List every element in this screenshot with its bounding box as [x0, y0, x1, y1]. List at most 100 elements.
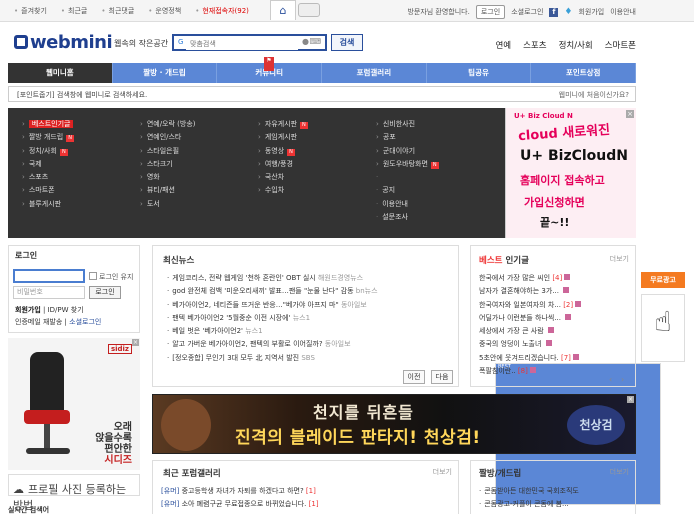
category-item[interactable]: 스타일은필 — [140, 145, 196, 158]
side-banner[interactable]: ☝ — [641, 294, 685, 362]
category-item[interactable]: 스마트폰 — [22, 184, 74, 197]
category-item[interactable]: 영화 — [140, 171, 196, 184]
category-item[interactable]: 도서 — [140, 198, 196, 211]
guide-link[interactable]: 이용안내 — [610, 7, 636, 17]
category-item[interactable]: 게임게시판 — [258, 131, 308, 144]
best-item[interactable]: 세상에서 가장 큰 사람 — [479, 325, 581, 338]
chair-ad[interactable]: × sidiz 오래 앉을수록 편안한 시디즈 — [8, 338, 140, 470]
category-item[interactable]: 여행/풍경 — [258, 158, 308, 171]
news-item[interactable]: 팬텍 베가아이언2 '5월중순 이전 시장에' 뉴스1 — [167, 312, 378, 325]
best-item[interactable]: 남자가 결혼해야하는 3가... — [479, 285, 581, 298]
category-item[interactable]: 연예인/스타 — [140, 131, 196, 144]
menu-humor[interactable]: 짤방 · 개드립 — [113, 63, 218, 83]
news-item[interactable]: god 완전체 컴백 '미운오리새끼' 발표…팬들 "눈물 난다" 감동 bn뉴… — [167, 285, 377, 298]
notice-text[interactable]: [포인트줍기] 검색창에 웹미니로 검색하세요. — [17, 91, 147, 99]
ad-close-icon[interactable]: × — [626, 110, 634, 118]
humor-item[interactable]: 콘돔광고-커플이 콘돔에 봄... — [479, 498, 579, 511]
category-item[interactable]: 정치/사회N — [22, 145, 74, 158]
category-item[interactable]: 신비한사진 — [376, 118, 439, 131]
humor-item[interactable]: 콘돔받아든 대한민국 국회조직도 — [479, 485, 579, 498]
keep-login-checkbox[interactable]: 로그인 유지 — [89, 272, 133, 282]
category-item[interactable]: 연예/오락 (방송) — [140, 118, 196, 131]
cloud-ad[interactable]: × U+ Biz Cloud N cloud 새로워진 U+ BizCloudN… — [505, 108, 636, 238]
news-item[interactable]: 베가아이언2, 네티즌들 뜨거운 반응…"베가야 아프지 마" 동아일보 — [167, 299, 378, 312]
nav-sports[interactable]: 스포츠 — [523, 39, 546, 51]
top-link-recent-posts[interactable]: 최근글 — [61, 6, 87, 16]
profile-upload-guide[interactable]: ☁ 프로필 사진 등록하는 방법 — [8, 474, 140, 512]
category-item[interactable]: 공지 — [376, 184, 439, 197]
category-item[interactable]: 블루게시판 — [22, 198, 74, 211]
category-item[interactable]: 동영상N — [258, 145, 308, 158]
secondary-tab[interactable] — [298, 3, 320, 17]
site-logo[interactable]: webmini — [14, 32, 113, 53]
category-item[interactable]: 원도우바탕화면N — [376, 158, 439, 171]
nav-smartphone[interactable]: 스마트폰 — [605, 39, 636, 51]
best-item[interactable]: 폭팔침이란.. [8] — [479, 365, 581, 378]
category-item[interactable]: 군대이야기 — [376, 145, 439, 158]
twitter-icon[interactable]: ♦ — [564, 7, 572, 17]
menu-point-shop[interactable]: 포인트상점 — [531, 63, 637, 83]
find-id-link[interactable]: ID/PW 찾기 — [48, 306, 84, 314]
keyboard-icon[interactable]: ⌨ — [309, 37, 321, 46]
search-button[interactable]: 검색 — [331, 34, 363, 51]
nav-entertainment[interactable]: 연예 — [495, 39, 511, 51]
category-item[interactable]: 국제 — [22, 158, 74, 171]
gallery-item[interactable]: [유머] 소아 폐렴구균 무료접종으로 바뀌었습니다. [1] — [161, 498, 319, 511]
top-link-policy[interactable]: 운영정책 — [148, 6, 181, 16]
password-field[interactable]: 비밀번호 — [13, 286, 85, 299]
mic-icon[interactable]: ● — [302, 37, 309, 46]
category-item[interactable]: 이용안내 — [376, 198, 439, 211]
category-item[interactable]: 스포츠 — [22, 171, 74, 184]
social-login-link[interactable]: 소셜로그인 — [69, 318, 101, 326]
news-next-button[interactable]: 다음 — [431, 370, 453, 384]
verify-mail-link[interactable]: 인증메일 재발송 — [15, 318, 62, 326]
category-item[interactable]: 수입차 — [258, 184, 308, 197]
best-item[interactable]: 5초안에 웃겨드리겠습니다. [7] — [479, 352, 581, 365]
ad-close-icon[interactable]: × — [132, 339, 139, 346]
top-link-recent-comments[interactable]: 최근댓글 — [101, 6, 135, 16]
news-item[interactable]: 베일 벗은 '베가아이언2' 뉴스1 — [167, 325, 378, 338]
news-item[interactable]: 게임코리스, 전략 웹게임 '천하 혼란인' OBT 실시 해원드경영뉴스 — [167, 272, 378, 285]
best-item[interactable]: 한국에서 가장 많은 씨인 [4] — [479, 272, 581, 285]
top-link-online[interactable]: 현재접속자(92) — [195, 6, 249, 16]
gallery-item[interactable]: [유머] 중고등학생 자녀가 자퇴를 하겠다고 하면? [1] — [161, 485, 319, 498]
username-field[interactable] — [13, 269, 85, 283]
category-item[interactable]: 자유게시판N — [258, 118, 308, 131]
prev-arrow-icon[interactable]: ‹ — [609, 375, 612, 384]
category-item[interactable]: 짤방 개드립N — [22, 131, 74, 144]
facebook-icon[interactable]: f — [549, 7, 559, 17]
best-item[interactable]: 한국여자와 일본여자의 차... [2] — [479, 299, 582, 312]
category-item[interactable]: 스타크기 — [140, 158, 196, 171]
gallery-more-link[interactable]: 더보기 — [433, 467, 452, 477]
category-item[interactable]: 설문조사 — [376, 211, 439, 224]
join-link[interactable]: 회원가입 — [578, 7, 604, 17]
next-arrow-icon[interactable]: › — [621, 375, 624, 384]
social-login-link[interactable]: 소셜로그인 — [511, 7, 543, 17]
free-ad-button[interactable]: 무료광고 — [641, 272, 685, 288]
humor-more-link[interactable]: 더보기 — [610, 467, 629, 477]
top-login-button[interactable]: 로그인 — [475, 5, 506, 19]
login-button[interactable]: 로그인 — [89, 286, 121, 299]
best-more-link[interactable]: 더보기 — [610, 254, 629, 264]
news-item[interactable]: [정오종합] 무인기 3대 모두 北 지역서 발진 SBS — [167, 352, 378, 365]
menu-tips[interactable]: 팁공유 — [427, 63, 532, 83]
category-col-1: 베스트인기글BEST 짤방 개드립N 정치/사회N 국제 스포츠 스마트폰 블루… — [22, 118, 661, 505]
category-item[interactable]: 뷰티/패션 — [140, 184, 196, 197]
best-item[interactable]: 어딜가나 이런분들 하나씩... — [479, 312, 581, 325]
search-input[interactable] — [186, 37, 298, 50]
category-item[interactable]: 베스트인기글BEST — [22, 118, 661, 505]
nav-politics[interactable]: 정치/사회 — [559, 39, 593, 51]
best-item[interactable]: 중국의 엉덩이 노출녀 — [479, 338, 581, 351]
category-item[interactable]: 국산차 — [258, 171, 308, 184]
join-link[interactable]: 회원가입 — [15, 306, 41, 314]
category-item[interactable]: 공포 — [376, 131, 439, 144]
ad-close-icon[interactable]: × — [627, 396, 634, 403]
news-item[interactable]: 알고 가버운 베가아이언2, 팬텍의 부활로 이어질까? 동아일보 — [167, 338, 378, 351]
menu-home[interactable]: 웹미니홈 — [8, 63, 113, 83]
news-prev-button[interactable]: 이전 — [403, 370, 425, 384]
menu-forum-gallery[interactable]: 포럼갤러리 — [322, 63, 427, 83]
home-tab[interactable]: ⌂ — [270, 0, 296, 20]
game-banner[interactable]: 천지를 뒤흔들 진격의 블레이드 판타지! 천상검! 천상검 × — [152, 394, 636, 454]
first-visit-link[interactable]: 웹미니에 처음이신가요? — [559, 90, 629, 100]
top-link-favorite[interactable]: 즐겨찾기 — [14, 6, 47, 16]
